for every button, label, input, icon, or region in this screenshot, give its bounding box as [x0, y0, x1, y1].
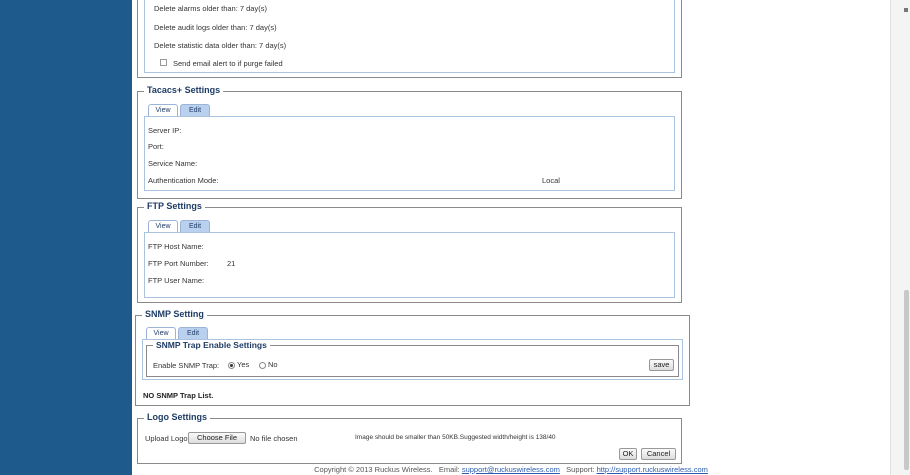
snmp-view-content: SNMP Trap Enable Settings Enable SNMP Tr… — [142, 339, 683, 380]
snmp-trap-yes-option[interactable]: Yes — [228, 360, 249, 369]
delete-statistic-data-label: Delete statistic data older than: 7 day(… — [154, 41, 287, 50]
cancel-button[interactable]: Cancel — [641, 448, 676, 460]
email-label: Email: — [438, 465, 460, 474]
tab-ftp-edit[interactable]: Edit — [180, 220, 210, 232]
left-sidebar — [0, 0, 132, 475]
ftp-port-number-value: 21 — [227, 259, 236, 268]
snmp-trap-no-label: No — [268, 360, 278, 369]
logo-size-hint: Image should be smaller than 50KB.Sugges… — [355, 434, 556, 441]
tab-tacacs-edit[interactable]: Edit — [180, 104, 210, 116]
copyright-text: Copyright © 2013 Ruckus Wireless. — [314, 465, 433, 474]
tab-tacacs-view[interactable]: View — [148, 104, 178, 116]
snmp-trap-no-radio[interactable] — [259, 361, 266, 369]
snmp-trap-enable-title: SNMP Trap Enable Settings — [153, 340, 270, 350]
purge-settings-inner: Delete alarms older than: 7 day(s) Delet… — [144, 0, 675, 73]
email-alert-checkbox[interactable] — [160, 59, 167, 66]
no-file-chosen-label: No file chosen — [250, 434, 298, 443]
logo-settings-title: Logo Settings — [144, 412, 210, 422]
upload-logo-label: Upload Logo: — [145, 434, 190, 443]
service-name-label: Service Name: — [148, 159, 198, 168]
tacacs-settings-title: Tacacs+ Settings — [144, 85, 224, 95]
authentication-mode-label: Authentication Mode: — [148, 176, 219, 185]
tab-snmp-edit[interactable]: Edit — [178, 327, 208, 339]
tacacs-view-content: Server IP: Port: Service Name: Authentic… — [144, 116, 675, 191]
enable-snmp-trap-label: Enable SNMP Trap: — [153, 361, 220, 370]
footer: Copyright © 2013 Ruckus Wireless. Email:… — [132, 465, 890, 474]
port-label: Port: — [148, 142, 164, 151]
choose-file-button[interactable]: Choose File — [188, 432, 246, 444]
ftp-host-name-label: FTP Host Name: — [148, 242, 204, 251]
tacacs-settings-panel: Tacacs+ Settings View Edit Server IP: Po… — [137, 85, 682, 199]
tab-ftp-view[interactable]: View — [148, 220, 178, 232]
snmp-trap-no-option[interactable]: No — [259, 360, 278, 369]
ftp-settings-title: FTP Settings — [144, 201, 205, 211]
main-content: Delete alarms older than: 7 day(s) Delet… — [132, 0, 890, 475]
ftp-settings-panel: FTP Settings View Edit FTP Host Name: FT… — [137, 201, 682, 303]
ftp-port-number-label: FTP Port Number: — [148, 259, 209, 268]
snmp-setting-title: SNMP Setting — [142, 309, 207, 319]
delete-alarms-label: Delete alarms older than: 7 day(s) — [154, 4, 267, 13]
snmp-setting-panel: SNMP Setting View Edit SNMP Trap Enable … — [135, 309, 690, 406]
support-email-link[interactable]: support@ruckuswireless.com — [462, 465, 560, 474]
support-label: Support: — [566, 465, 595, 474]
ftp-user-name-label: FTP User Name: — [148, 276, 205, 285]
snmp-save-button[interactable]: save — [649, 359, 674, 371]
snmp-trap-enable-panel: SNMP Trap Enable Settings Enable SNMP Tr… — [146, 340, 679, 377]
tab-snmp-view[interactable]: View — [146, 327, 176, 339]
logo-settings-panel: Logo Settings Upload Logo: Choose File N… — [137, 412, 682, 464]
support-url-link[interactable]: http://support.ruckuswireless.com — [597, 465, 708, 474]
authentication-mode-value: Local — [542, 176, 560, 185]
ok-button[interactable]: OK — [619, 448, 637, 460]
ftp-view-content: FTP Host Name: FTP Port Number: 21 FTP U… — [144, 232, 675, 298]
email-alert-label: Send email alert to if purge failed — [173, 59, 283, 68]
snmp-trap-yes-radio[interactable] — [228, 361, 235, 369]
no-snmp-trap-list-label: NO SNMP Trap List. — [143, 391, 214, 400]
purge-settings-panel: Delete alarms older than: 7 day(s) Delet… — [137, 0, 682, 78]
delete-audit-logs-label: Delete audit logs older than: 7 day(s) — [154, 23, 277, 32]
scrollbar-thumb[interactable] — [904, 290, 909, 470]
snmp-trap-yes-label: Yes — [237, 360, 250, 369]
server-ip-label: Server IP: — [148, 126, 182, 135]
scroll-up-arrow-icon[interactable] — [904, 8, 908, 12]
